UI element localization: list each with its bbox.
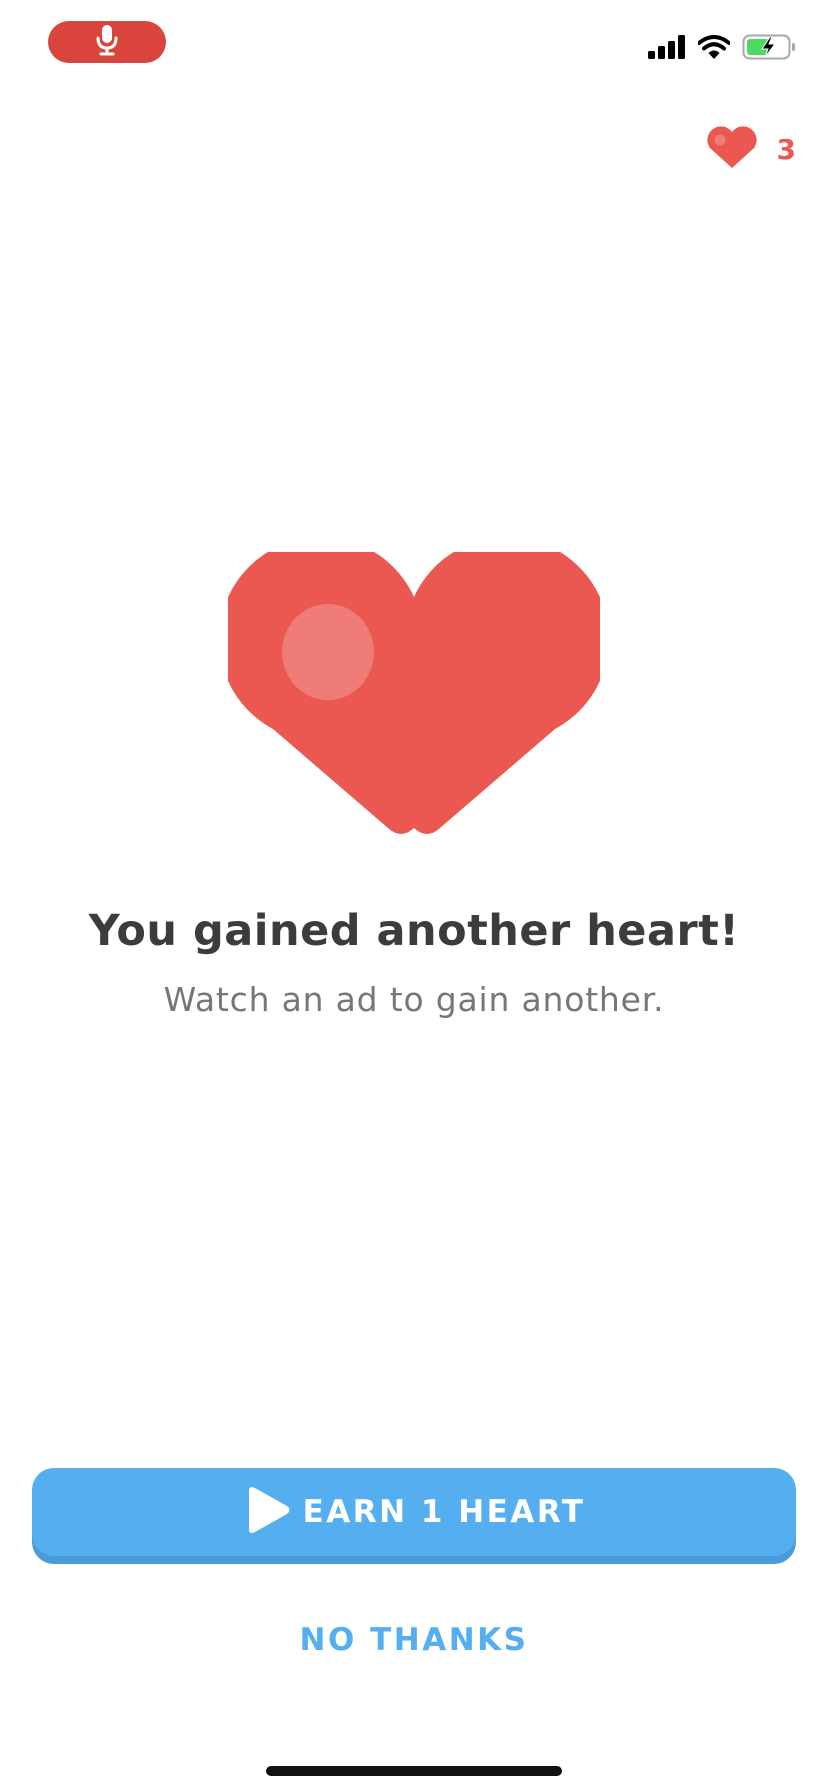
page-subtitle: Watch an ad to gain another. (163, 980, 665, 1019)
page-title: You gained another heart! (88, 906, 740, 956)
no-thanks-button[interactable]: NO THANKS (0, 1622, 828, 1658)
heart-counter[interactable]: 3 (705, 124, 796, 174)
heart-reward-screen: 3 You gained another heart! Watch an ad … (0, 0, 828, 1792)
heart-count: 3 (776, 132, 796, 166)
earn-heart-button[interactable]: EARN 1 HEART (32, 1468, 796, 1556)
recording-indicator[interactable] (48, 21, 166, 63)
microphone-icon (93, 23, 121, 61)
status-icons (648, 34, 796, 64)
wifi-icon (697, 35, 731, 63)
cellular-signal-icon (648, 35, 686, 63)
battery-charging-icon (742, 34, 796, 64)
large-heart-icon (219, 537, 609, 852)
heart-icon (705, 124, 759, 174)
play-icon (243, 1485, 291, 1539)
earn-heart-label: EARN 1 HEART (302, 1494, 586, 1530)
home-indicator[interactable] (266, 1766, 562, 1776)
